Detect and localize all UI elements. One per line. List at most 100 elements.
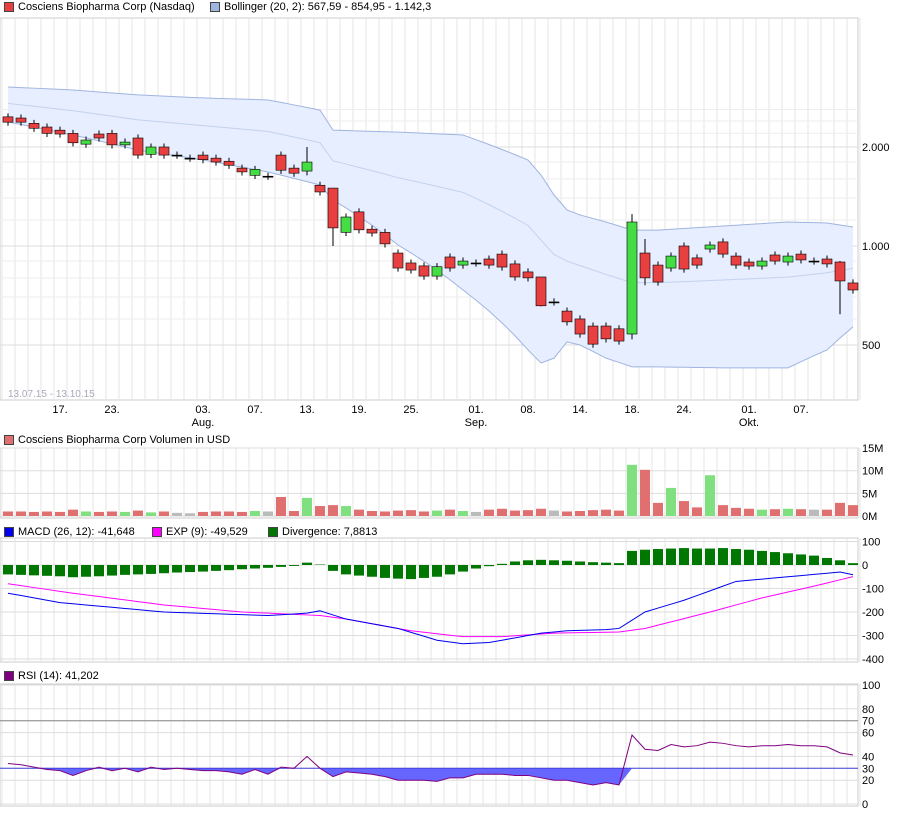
- volume-bar: [406, 510, 416, 516]
- candle: [392, 252, 404, 269]
- divergence-bar: [224, 565, 234, 571]
- candle: [613, 328, 625, 342]
- candle: [67, 133, 79, 144]
- divergence-bar: [432, 565, 442, 577]
- volume-bar: [250, 511, 260, 516]
- candle: [652, 264, 664, 283]
- volume-bar: [835, 502, 845, 516]
- divergence-bar: [250, 565, 260, 569]
- volume-bar: [289, 511, 299, 516]
- x-tick-label: 23.: [104, 404, 119, 416]
- candle: [509, 263, 521, 278]
- candle: [600, 325, 612, 340]
- divergence-bar: [523, 560, 533, 565]
- legend-exp-label: EXP (9): -49,529: [166, 526, 248, 538]
- candle: [535, 276, 547, 307]
- macd-tick-label: -100: [862, 584, 884, 596]
- legend-volume-label: Cosciens Biopharma Corp Volumen in USD: [18, 434, 231, 446]
- divergence-bar: [107, 565, 117, 576]
- volume-tick-label: 15M: [862, 443, 883, 455]
- price-swatch: [4, 2, 14, 12]
- candle: [639, 252, 651, 279]
- candle: [15, 117, 27, 123]
- volume-bar: [432, 510, 442, 516]
- x-tick-month: Sep.: [465, 417, 488, 429]
- volume-bar: [822, 509, 832, 516]
- candle: [743, 261, 755, 267]
- macd-tick-label: -300: [862, 631, 884, 643]
- divergence-bar: [354, 565, 364, 576]
- volume-bar: [484, 509, 494, 516]
- divergence-bar: [562, 560, 572, 565]
- rsi-tick-label: 40: [862, 751, 874, 763]
- macd-tick-label: -400: [862, 654, 884, 666]
- candle: [145, 146, 157, 155]
- volume-bar: [341, 506, 351, 516]
- volume-bar: [614, 510, 624, 516]
- volume-bar: [627, 464, 637, 516]
- candle: [834, 261, 846, 282]
- divergence-bar: [302, 562, 312, 565]
- divergence-bar: [445, 565, 455, 575]
- volume-bar: [783, 508, 793, 516]
- candle: [132, 137, 144, 156]
- candle: [678, 245, 690, 270]
- volume-bar: [120, 511, 130, 516]
- candle: [353, 211, 365, 231]
- y-tick-label: 2.000: [862, 142, 890, 154]
- candle: [171, 154, 183, 157]
- volume-bar: [601, 509, 611, 516]
- candle: [210, 157, 222, 163]
- legend-rsi-label: RSI (14): 41,202: [18, 670, 99, 682]
- divergence-bar: [757, 550, 767, 565]
- divergence-bar: [497, 563, 507, 565]
- divergence-bar: [679, 548, 689, 565]
- divergence-bar: [16, 565, 26, 575]
- candle: [756, 260, 768, 267]
- volume-bar: [445, 509, 455, 516]
- divergence-bar: [341, 565, 351, 575]
- candle: [301, 161, 313, 172]
- divergence-bar: [328, 565, 338, 571]
- candle: [470, 262, 482, 265]
- volume-bar: [224, 511, 234, 516]
- divergence-bar: [406, 565, 416, 580]
- volume-bar: [575, 511, 585, 516]
- divergence-bar: [848, 563, 858, 565]
- divergence-bar: [198, 565, 208, 572]
- candle: [431, 266, 443, 277]
- divergence-bar: [783, 553, 793, 565]
- divergence-bar: [640, 549, 650, 565]
- x-tick-label: 13.: [299, 404, 314, 416]
- divergence-bar: [835, 560, 845, 565]
- volume-bar: [55, 511, 65, 516]
- divergence-bar: [380, 565, 390, 578]
- candle: [249, 169, 261, 176]
- volume-bar: [419, 511, 429, 516]
- candle: [821, 258, 833, 265]
- y-tick-label: 500: [862, 340, 880, 352]
- volume-bar: [549, 510, 559, 516]
- volume-bar: [107, 511, 117, 516]
- legend-macd-label: MACD (26, 12): -41,648: [18, 526, 135, 538]
- divergence-bar: [809, 555, 819, 565]
- divergence-bar: [458, 565, 468, 572]
- volume-bar: [471, 511, 481, 516]
- volume-bar: [679, 501, 689, 516]
- candle: [548, 301, 560, 304]
- volume-bar: [302, 497, 312, 516]
- divergence-bar: [549, 560, 559, 565]
- divergence-bar: [289, 565, 299, 566]
- rsi-tick-label: 60: [862, 728, 874, 740]
- candle: [54, 129, 66, 135]
- divergence-bar: [627, 550, 637, 565]
- date-range: 13.07.15 - 13.10.15: [8, 389, 95, 400]
- divergence-bar: [68, 565, 78, 578]
- volume-bar: [757, 509, 767, 516]
- divergence-bar: [146, 565, 156, 574]
- volume-bar: [458, 511, 468, 516]
- volume-bar: [315, 506, 325, 516]
- divergence-bar: [796, 554, 806, 565]
- x-tick-label: 17.: [52, 404, 67, 416]
- x-tick-label: 08.: [520, 404, 535, 416]
